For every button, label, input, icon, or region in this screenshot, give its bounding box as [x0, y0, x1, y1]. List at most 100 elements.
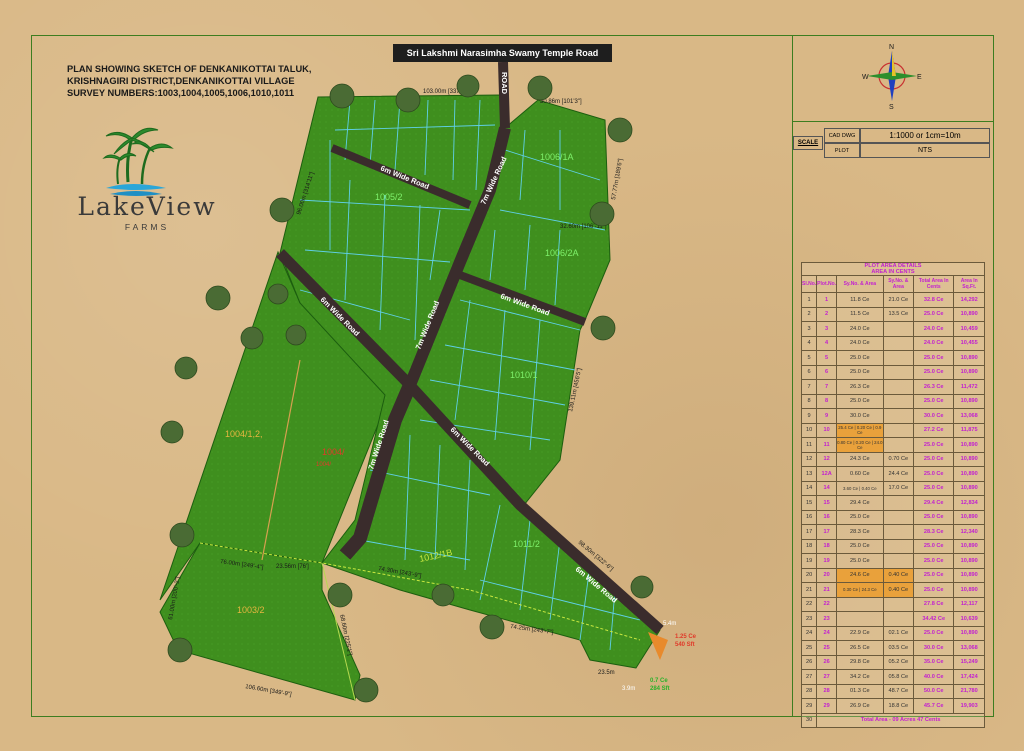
scale-panel: SCALE CAD DWG 1:1000 or 1cm=10m PLOT NTS	[793, 128, 992, 160]
table-cell: 8	[800, 393, 818, 409]
table-cell: 05.8 Ce	[882, 669, 915, 685]
survey-1004-red: 1004/	[322, 447, 345, 457]
table-cell: 11,875	[953, 422, 985, 438]
table-cell: 18	[800, 538, 818, 554]
table-cell: 10,890	[953, 480, 985, 496]
table-cell: 29	[800, 698, 818, 714]
table-cell: 28.3 Ce	[912, 524, 955, 540]
table-cell: 24.0 Ce	[912, 335, 955, 351]
table-row: 8 8 25.0 Ce 25.0 Ce 10,890	[800, 393, 985, 409]
table-cell: 24.0 Ce	[912, 321, 955, 337]
table-cell: 27	[800, 669, 818, 685]
table-cell: 13,068	[953, 640, 985, 656]
table-cell: 28	[816, 683, 838, 699]
table-cell	[882, 393, 915, 409]
survey-1011-2: 1011/2	[513, 539, 540, 549]
survey-1005-2: 1005/2	[375, 192, 403, 202]
table-column-header: Sl.No.	[800, 275, 818, 293]
table-cell: 0.40 Ce	[882, 567, 915, 583]
dim-label: 57.77m [189'6"]	[611, 158, 624, 200]
table-row: 10 10 25.4 Ce | 0.20 Ce | 0.9 Ce 27.2 Ce 11,…	[800, 422, 985, 438]
table-column-header: Sy.No. & Area	[836, 275, 884, 293]
survey-1004-red-sub: 1004/	[316, 462, 331, 468]
table-cell	[882, 538, 915, 554]
table-cell: 24.0 Ce	[836, 335, 884, 351]
table-cell: 15,249	[953, 654, 985, 670]
table-cell: 19,903	[953, 698, 985, 714]
table-cell: 2	[816, 306, 838, 322]
table-cell	[836, 611, 884, 627]
table-column-header: Total Area In Cents	[912, 275, 955, 293]
table-cell	[882, 379, 915, 395]
tree-icon	[267, 283, 289, 305]
table-cell: 15	[816, 495, 838, 511]
table-cell	[882, 611, 915, 627]
tree-icon	[479, 614, 505, 640]
table-cell: 4	[800, 335, 818, 351]
table-row: 27 27 34.2 Ce 05.8 Ce 40.0 Ce 17,424	[800, 669, 985, 685]
cad-value: 1:1000 or 1cm=10m	[860, 128, 990, 143]
table-cell: 24	[800, 625, 818, 641]
table-row: 23 23 34.42 Ce 10,639	[800, 611, 985, 627]
table-title: PLOT AREA DETAILS AREA IN CENTS	[801, 262, 985, 276]
road-label: ROAD	[500, 72, 509, 95]
tree-icon	[160, 420, 184, 444]
table-row: 9 9 30.0 Ce 30.0 Ce 13,068	[800, 408, 985, 424]
survey-1004-12: 1004/1,2,	[225, 429, 263, 439]
compass-e: E	[917, 74, 922, 81]
table-cell	[882, 321, 915, 337]
tree-icon	[527, 75, 553, 101]
table-cell: 11,472	[953, 379, 985, 395]
compass-w: W	[862, 74, 869, 81]
table-cell: 13	[800, 466, 818, 482]
table-cell: 11.8 Ce	[836, 292, 884, 308]
table-cell: 25.0 Ce	[836, 364, 884, 380]
table-cell: 25.4 Ce | 0.20 Ce | 0.9 Ce	[836, 422, 884, 438]
table-cell: 21	[800, 582, 818, 598]
compass-rose-icon: N S W E	[862, 44, 922, 109]
table-cell: 22.9 Ce	[836, 625, 884, 641]
table-cell: 25.0 Ce	[912, 350, 955, 366]
table-cell: 28.3 Ce	[836, 524, 884, 540]
table-cell: 24.6 Ce	[836, 567, 884, 583]
survey-1006-2a: 1006/2A	[545, 248, 579, 258]
red-note-line2: 540 Sft	[675, 642, 695, 648]
tree-icon	[269, 197, 295, 223]
tree-icon	[174, 356, 198, 380]
table-cell: 40.0 Ce	[912, 669, 955, 685]
table-row: 19 19 25.0 Ce 25.0 Ce 10,890	[800, 553, 985, 569]
dim-label: 106.60m [349'-9"]	[245, 684, 293, 698]
tree-icon	[589, 201, 615, 227]
table-cell: 12	[816, 451, 838, 467]
table-cell: 25.0 Ce	[912, 466, 955, 482]
table-cell: 21	[816, 582, 838, 598]
table-row: 22 22 27.8 Ce 12,117	[800, 596, 985, 612]
table-cell: 10,890	[953, 451, 985, 467]
table-cell: 6	[816, 364, 838, 380]
table-row: 20 20 24.6 Ce 0.40 Ce 25.0 Ce 10,890	[800, 567, 985, 583]
table-row: 28 28 01.3 Ce 48.7 Ce 50.0 Ce 21,780	[800, 683, 985, 699]
table-cell: 25.0 Ce	[912, 553, 955, 569]
table-row: 5 5 25.0 Ce 25.0 Ce 10,890	[800, 350, 985, 366]
table-cell: 3	[800, 321, 818, 337]
table-cell: 25.0 Ce	[836, 553, 884, 569]
table-cell: 26.3 Ce	[912, 379, 955, 395]
table-cell: 29.4 Ce	[836, 495, 884, 511]
table-cell: 25.0 Ce	[836, 538, 884, 554]
table-cell: 03.5 Ce	[882, 640, 915, 656]
table-cell: 25.0 Ce	[912, 306, 955, 322]
tree-icon	[240, 326, 264, 350]
table-cell: 17	[800, 524, 818, 540]
table-cell: 10,890	[953, 553, 985, 569]
table-row: 29 29 26.9 Ce 18.8 Ce 45.7 Ce 19,903	[800, 698, 985, 714]
table-row: 6 6 25.0 Ce 25.0 Ce 10,890	[800, 364, 985, 380]
table-cell: 10,890	[953, 306, 985, 322]
table-cell: 22	[816, 596, 838, 612]
table-cell: 25.0 Ce	[912, 509, 955, 525]
table-cell	[882, 495, 915, 511]
table-cell: 21.0 Ce	[882, 292, 915, 308]
dim-label: 23.56m [76']	[276, 564, 309, 570]
table-cell: 27	[816, 669, 838, 685]
survey-1006-1a: 1006/1A	[540, 152, 574, 162]
table-cell: 9	[816, 408, 838, 424]
